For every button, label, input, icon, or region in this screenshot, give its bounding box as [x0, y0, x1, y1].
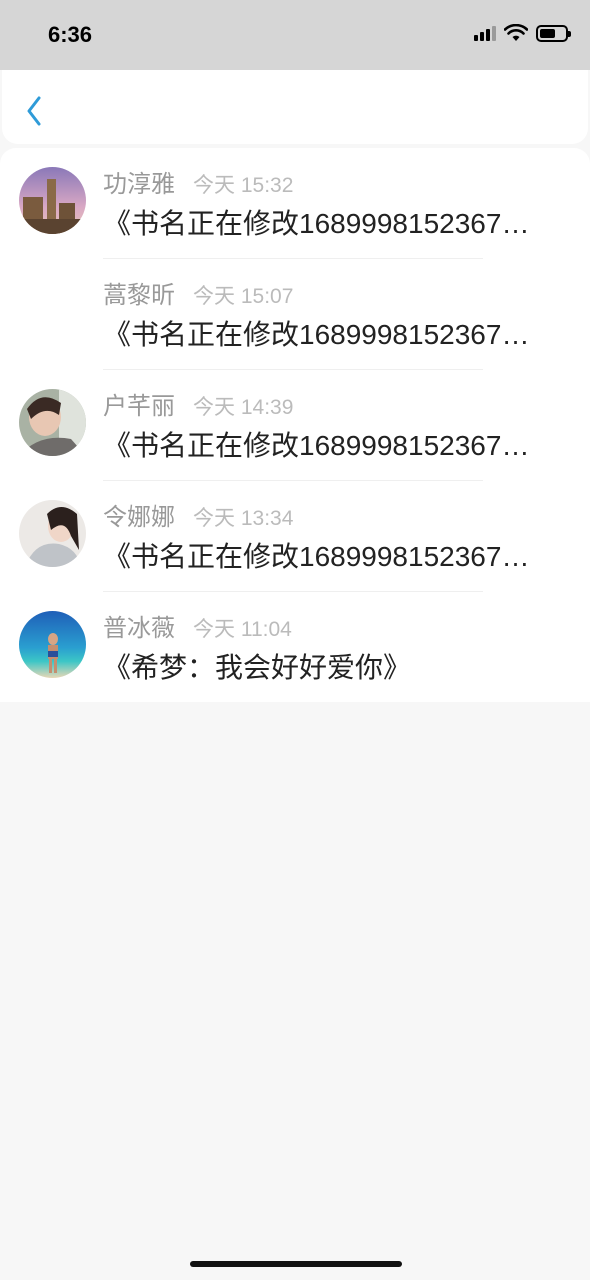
chevron-left-icon [27, 96, 41, 126]
message-time: 今天 14:39 [193, 396, 294, 419]
message-preview: 《书名正在修改1689998152367… [103, 319, 530, 350]
message-header: 普冰薇 今天 11:04 [103, 608, 292, 643]
message-header: 令娜娜 今天 13:34 [103, 497, 293, 532]
list-item[interactable]: 户芊丽 今天 14:39 《书名正在修改1689998152367… [0, 370, 590, 481]
sender-name: 户芊丽 [103, 393, 175, 420]
message-time: 今天 11:04 [193, 618, 292, 641]
message-header: 蒿黎昕 今天 15:07 [103, 275, 293, 310]
avatar[interactable] [19, 500, 86, 567]
message-preview: 《书名正在修改1689998152367… [103, 541, 530, 572]
nav-bar [2, 70, 588, 144]
sender-name: 蒿黎昕 [103, 282, 175, 309]
sender-name: 令娜娜 [103, 504, 175, 531]
status-bar: 6:36 [0, 0, 590, 70]
sender-name: 普冰薇 [103, 615, 175, 642]
message-preview: 《书名正在修改1689998152367… [103, 208, 530, 239]
message-time: 今天 15:07 [193, 285, 294, 308]
status-time: 6:36 [48, 22, 93, 47]
sender-name: 功淳雅 [103, 171, 175, 198]
wifi-icon [504, 24, 528, 41]
message-time: 今天 13:34 [193, 507, 294, 530]
back-button[interactable] [20, 94, 48, 128]
message-header: 户芊丽 今天 14:39 [103, 386, 293, 421]
message-time: 今天 15:32 [193, 174, 294, 197]
list-item[interactable]: 蒿黎昕 今天 15:07 《书名正在修改1689998152367… [0, 259, 590, 370]
battery-icon [536, 24, 571, 42]
message-preview: 《书名正在修改1689998152367… [103, 430, 530, 461]
list-item[interactable]: 普冰薇 今天 11:04 《希梦：我会好好爱你》 [0, 592, 590, 703]
home-indicator[interactable] [190, 1261, 402, 1267]
list-item[interactable]: 令娜娜 今天 13:34 《书名正在修改1689998152367… [0, 481, 590, 592]
signal-icon [474, 25, 496, 41]
avatar[interactable] [19, 611, 86, 678]
message-preview: 《希梦：我会好好爱你》 [103, 652, 412, 683]
status-icons [474, 24, 571, 42]
avatar[interactable] [19, 167, 86, 234]
message-header: 功淳雅 今天 15:32 [103, 164, 293, 199]
avatar[interactable] [19, 389, 86, 456]
message-list: 功淳雅 今天 15:32 《书名正在修改1689998152367… 蒿黎昕 今… [0, 148, 590, 702]
list-item[interactable]: 功淳雅 今天 15:32 《书名正在修改1689998152367… [0, 148, 590, 259]
